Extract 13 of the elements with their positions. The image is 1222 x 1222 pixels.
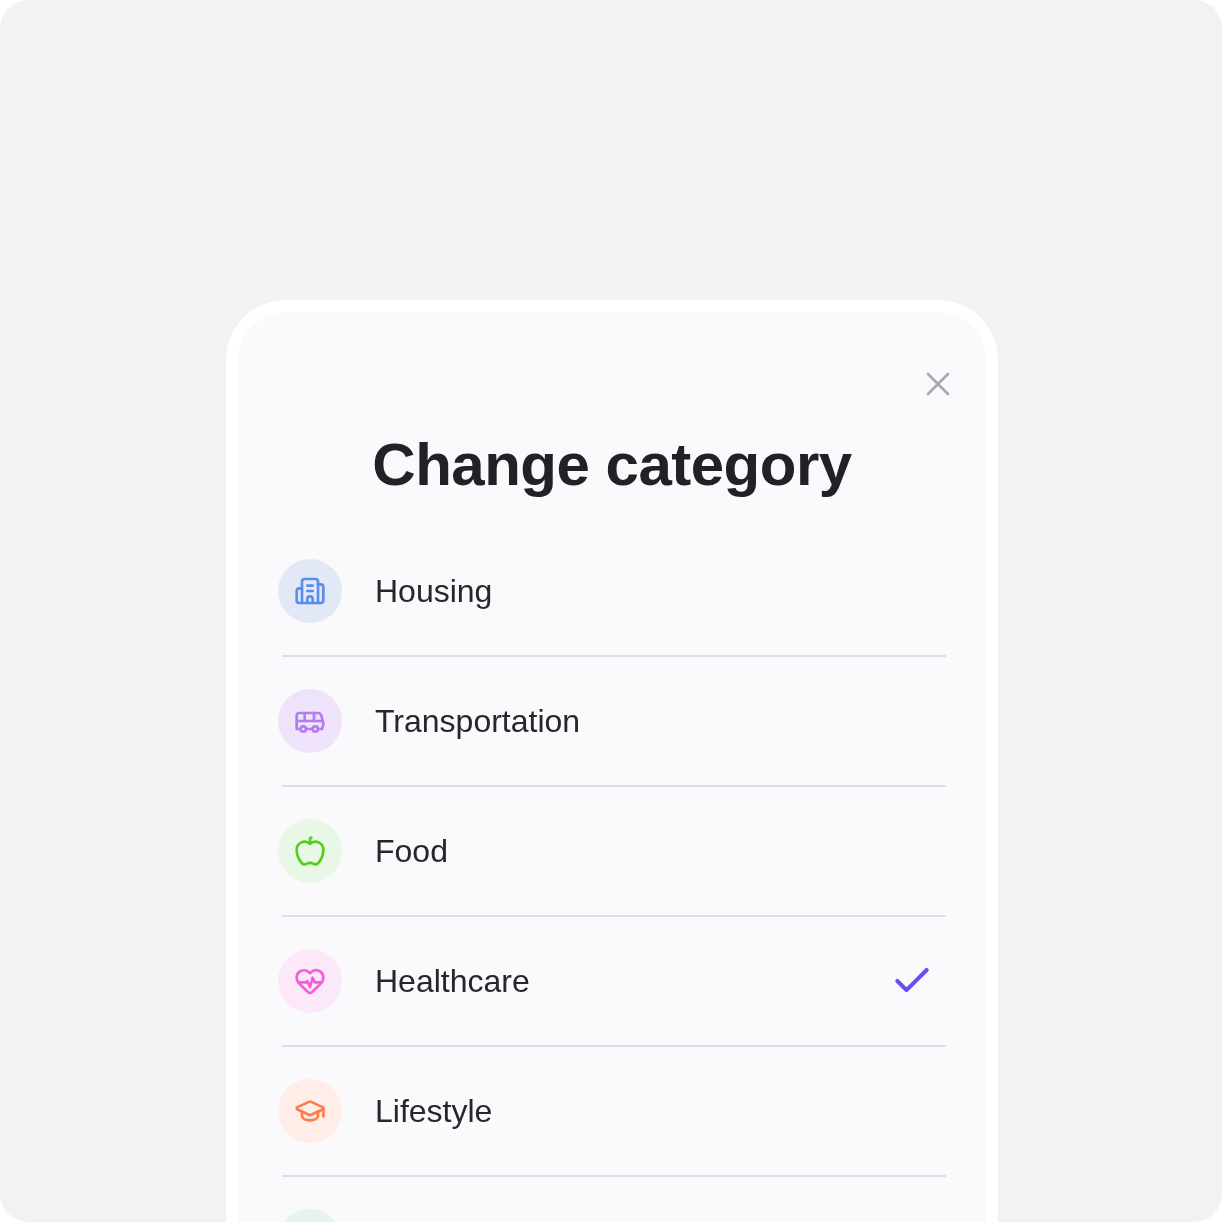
category-item[interactable]: Food bbox=[282, 787, 946, 917]
category-item[interactable]: Healthcare bbox=[282, 917, 946, 1047]
dialog-title: Change category bbox=[371, 430, 853, 499]
building-icon bbox=[294, 575, 326, 607]
category-label: Lifestyle bbox=[375, 1092, 494, 1130]
category-item[interactable]: Housing bbox=[282, 527, 946, 657]
category-item[interactable]: Lifestyle bbox=[282, 1047, 946, 1177]
category-label: Healthcare bbox=[375, 962, 531, 1000]
category-label: Transportation bbox=[375, 702, 582, 740]
apple-icon bbox=[294, 835, 326, 867]
category-label: Food bbox=[375, 832, 449, 870]
category-label: Housing bbox=[375, 572, 494, 610]
category-item[interactable]: Transportation bbox=[282, 657, 946, 787]
